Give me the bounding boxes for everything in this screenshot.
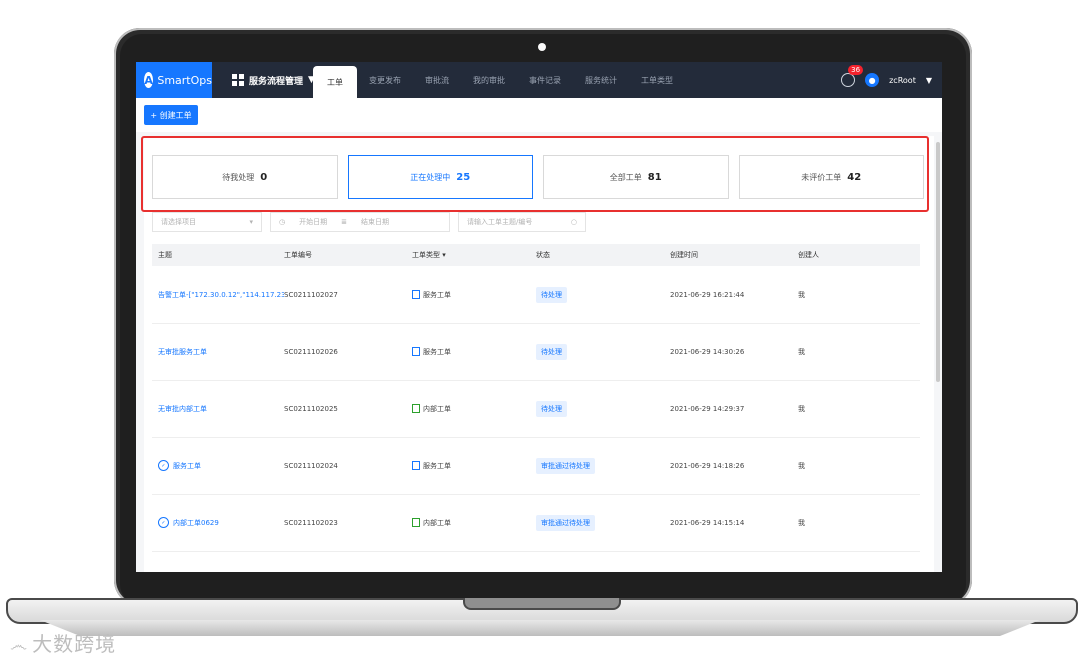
nav-tab-tickets[interactable]: 工单 bbox=[313, 66, 357, 98]
row-created: 2021-06-29 14:30:26 bbox=[670, 347, 745, 356]
row-type: 内部工单 bbox=[412, 518, 536, 528]
nav-tab-my-approvals[interactable]: 我的审批 bbox=[461, 62, 517, 98]
watermark-logo-icon: ෴ bbox=[10, 635, 29, 656]
search-input[interactable]: 请输入工单主题/编号 ○ bbox=[458, 212, 586, 232]
row-created: 2021-06-29 14:18:26 bbox=[670, 461, 745, 470]
row-id: SC0211102024 bbox=[284, 461, 338, 470]
row-subject-link[interactable]: 无审批服务工单 bbox=[152, 347, 284, 357]
status-badge: 待处理 bbox=[536, 286, 567, 303]
header-id: 工单编号 bbox=[284, 251, 312, 259]
table-row[interactable]: 无审批内部工单 SC0211102025 内部工单 待处理 2021-06-29… bbox=[152, 380, 920, 438]
notification-badge: 36 bbox=[848, 65, 864, 75]
nav-tab-service-stats[interactable]: 服务统计 bbox=[573, 62, 629, 98]
internal-ticket-icon bbox=[412, 404, 420, 413]
service-ticket-icon bbox=[412, 290, 420, 299]
user-name[interactable]: zcRoot bbox=[889, 76, 916, 85]
nav-tab-ticket-types[interactable]: 工单类型 bbox=[629, 62, 685, 98]
brand[interactable]: A SmartOps bbox=[136, 62, 212, 98]
table-header: 主题 工单编号 工单类型 ▾ 状态 创建时间 创建人 bbox=[152, 244, 920, 266]
header-type[interactable]: 工单类型 ▾ bbox=[412, 250, 536, 260]
separator-icon: ≣ bbox=[341, 218, 347, 226]
row-id: SC0211102027 bbox=[284, 290, 338, 299]
status-badge: 审批通过待处理 bbox=[536, 457, 595, 474]
header-created: 创建时间 bbox=[670, 251, 698, 259]
row-type: 内部工单 bbox=[412, 404, 536, 414]
service-ticket-icon bbox=[412, 347, 420, 356]
row-creator: 我 bbox=[798, 461, 805, 470]
laptop-base-bottom bbox=[40, 620, 1040, 636]
clock-icon: ◷ bbox=[279, 218, 286, 226]
system-menu[interactable]: 服务流程管理 ▼ bbox=[232, 62, 315, 98]
user-tools: 36 ● zcRoot ▼ bbox=[841, 62, 932, 98]
search-placeholder: 请输入工单主题/编号 bbox=[467, 218, 533, 226]
row-subject-link[interactable]: 告警工单-["172.30.0.12","114.117.239... bbox=[152, 290, 284, 300]
table-row[interactable]: 无审批服务工单 SC0211102026 服务工单 待处理 2021-06-29… bbox=[152, 323, 920, 381]
start-date-field[interactable]: 开始日期 bbox=[299, 217, 327, 227]
create-ticket-button[interactable]: + 创建工单 bbox=[144, 105, 198, 125]
row-subject-link[interactable]: 无审批内部工单 bbox=[152, 404, 284, 414]
user-caret-icon[interactable]: ▼ bbox=[926, 76, 932, 85]
laptop-screen: A SmartOps 服务流程管理 ▼ 工单 变更发布 审批流 我的审批 事件记… bbox=[136, 62, 942, 572]
nav-tab-event-records[interactable]: 事件记录 bbox=[517, 62, 573, 98]
table-row[interactable]: 告警工单-["172.30.0.12","114.117.239... SC02… bbox=[152, 266, 920, 324]
date-range-picker[interactable]: ◷ 开始日期 ≣ 结束日期 bbox=[270, 212, 450, 232]
status-badge: 待处理 bbox=[536, 400, 567, 417]
row-creator: 我 bbox=[798, 518, 805, 527]
row-created: 2021-06-29 14:29:37 bbox=[670, 404, 745, 413]
row-created: 2021-06-29 14:15:14 bbox=[670, 518, 745, 527]
row-created: 2021-06-29 16:21:44 bbox=[670, 290, 745, 299]
row-id: SC0211102023 bbox=[284, 518, 338, 527]
laptop-notch bbox=[463, 598, 621, 610]
nav-tab-approval-flow[interactable]: 审批流 bbox=[413, 62, 461, 98]
row-id: SC0211102025 bbox=[284, 404, 338, 413]
search-icon: ○ bbox=[570, 218, 577, 226]
header-subject: 主题 bbox=[158, 251, 172, 259]
row-type: 服务工单 bbox=[412, 461, 536, 471]
filter-bar: 请选择项目 ▾ ◷ 开始日期 ≣ 结束日期 请输入工单主题/编号 ○ bbox=[152, 212, 586, 234]
nav-tab-change-release[interactable]: 变更发布 bbox=[357, 62, 413, 98]
brand-name: SmartOps bbox=[157, 73, 212, 87]
internal-ticket-icon bbox=[412, 518, 420, 527]
row-id: SC0211102026 bbox=[284, 347, 338, 356]
shield-icon: ✓ bbox=[158, 460, 169, 471]
grid-icon bbox=[232, 74, 244, 86]
vertical-scrollbar[interactable] bbox=[936, 142, 940, 382]
annotation-highlight-box bbox=[141, 136, 929, 212]
row-type: 服务工单 bbox=[412, 290, 536, 300]
watermark-text: 大数跨境 bbox=[32, 632, 117, 656]
row-subject-link[interactable]: ✓ 内部工单0629 bbox=[152, 517, 284, 528]
end-date-field[interactable]: 结束日期 bbox=[361, 217, 389, 227]
status-badge: 待处理 bbox=[536, 343, 567, 360]
smartops-logo-icon: A bbox=[144, 72, 154, 88]
header-status: 状态 bbox=[536, 251, 550, 259]
row-type: 服务工单 bbox=[412, 347, 536, 357]
top-navbar: A SmartOps 服务流程管理 ▼ 工单 变更发布 审批流 我的审批 事件记… bbox=[136, 62, 942, 98]
camera-icon bbox=[538, 43, 546, 51]
header-creator: 创建人 bbox=[798, 251, 819, 259]
project-select-placeholder: 请选择项目 bbox=[161, 218, 196, 226]
table-row[interactable]: ✓ 服务工单 SC0211102024 服务工单 审批通过待处理 2021-06-… bbox=[152, 437, 920, 495]
avatar[interactable]: ● bbox=[865, 73, 880, 87]
project-select[interactable]: 请选择项目 ▾ bbox=[152, 212, 262, 232]
row-subject-link[interactable]: ✓ 服务工单 bbox=[152, 460, 284, 471]
watermark: ෴ 大数跨境 bbox=[10, 628, 116, 657]
row-creator: 我 bbox=[798, 290, 805, 299]
table-row[interactable]: ✓ 内部工单0629 SC0211102023 内部工单 审批通过待处理 2021… bbox=[152, 494, 920, 552]
row-creator: 我 bbox=[798, 404, 805, 413]
shield-icon: ✓ bbox=[158, 517, 169, 528]
service-ticket-icon bbox=[412, 461, 420, 470]
main-nav: 工单 变更发布 审批流 我的审批 事件记录 服务统计 工单类型 bbox=[313, 62, 685, 98]
dropdown-arrow-icon: ▾ bbox=[249, 218, 253, 226]
system-menu-label: 服务流程管理 bbox=[249, 76, 304, 87]
row-creator: 我 bbox=[798, 347, 805, 356]
notification-bell-icon[interactable]: 36 bbox=[841, 65, 864, 87]
status-badge: 审批通过待处理 bbox=[536, 514, 595, 531]
